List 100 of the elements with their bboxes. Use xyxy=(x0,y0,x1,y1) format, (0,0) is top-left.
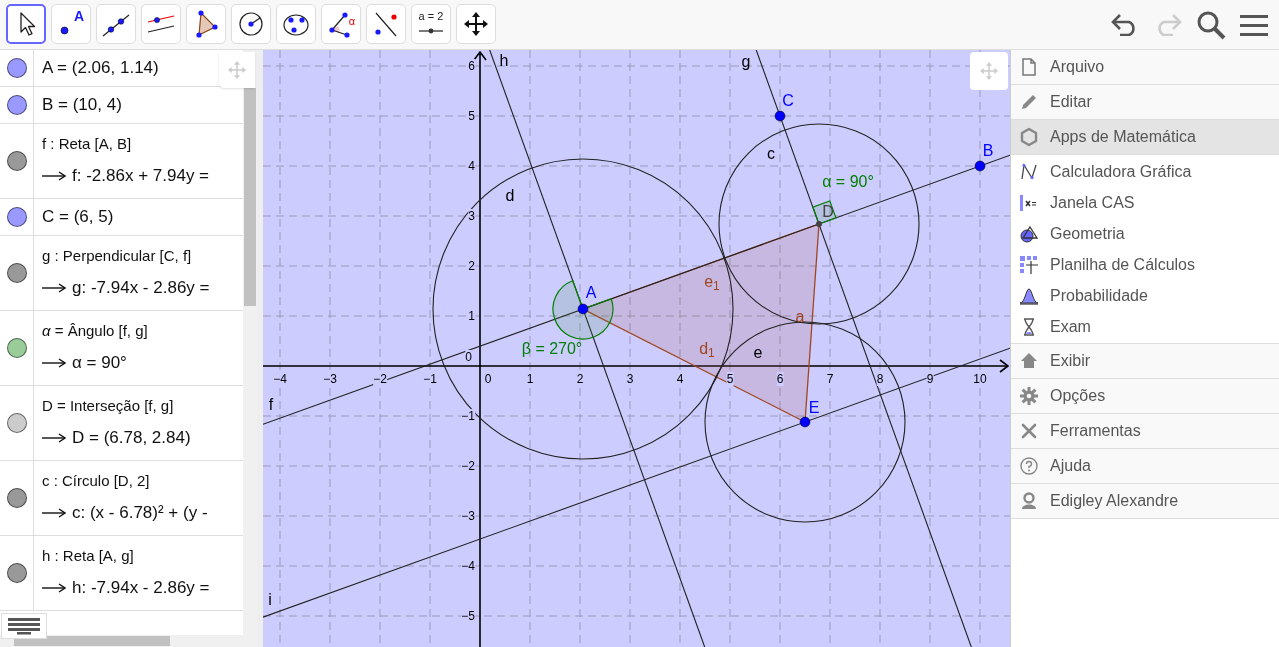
right-angle-marker xyxy=(812,200,837,225)
axis-tick-label: 0 xyxy=(465,350,472,364)
point[interactable] xyxy=(774,110,786,122)
user-icon xyxy=(1019,491,1039,511)
vertical-scrollbar[interactable] xyxy=(243,50,257,647)
tool-button[interactable]: α xyxy=(321,4,361,44)
axis-tick-label: 2 xyxy=(576,372,584,386)
axis-tick-label: −2 xyxy=(461,459,475,473)
horizontal-scrollbar[interactable] xyxy=(0,635,243,647)
tool-button[interactable] xyxy=(6,4,46,44)
algebra-result: c: (x - 6.78)² + (y - xyxy=(72,502,208,525)
algebra-definition[interactable]: h : Reta [A, g] xyxy=(42,546,210,566)
arrow-icon xyxy=(42,358,66,368)
axis-tick-label: 8 xyxy=(876,372,884,386)
algebra-definition[interactable]: D = Interseção [f, g] xyxy=(42,396,191,416)
axis-tick-label: 0 xyxy=(484,372,492,386)
object-label: e xyxy=(753,344,763,362)
visibility-marker[interactable] xyxy=(6,413,27,433)
visibility-marker[interactable] xyxy=(6,95,27,115)
axis-tick-label: 2 xyxy=(468,259,475,273)
object-label: i xyxy=(268,591,272,609)
tool-button[interactable]: a = 2 xyxy=(411,4,451,44)
axis-tick-label: −4 xyxy=(273,372,287,386)
visibility-marker[interactable] xyxy=(6,207,27,227)
algebra-definition[interactable]: α = Ângulo [f, g] xyxy=(42,321,148,341)
object-label: D xyxy=(822,203,834,221)
axis-tick-label: 3 xyxy=(626,372,634,386)
move-handle[interactable] xyxy=(219,52,255,88)
algebra-definition[interactable]: c : Círculo [D, 2] xyxy=(42,471,208,491)
menu-item[interactable]: Exibir xyxy=(1011,344,1279,379)
algebra-result: α = 90° xyxy=(72,352,127,375)
axis-tick-label: −5 xyxy=(461,609,475,623)
object-label: β = 270° xyxy=(521,340,583,358)
pencil-icon xyxy=(1019,92,1039,112)
home-icon xyxy=(1019,351,1039,371)
menu-item[interactable]: Opções xyxy=(1011,379,1279,414)
tool-button[interactable]: A xyxy=(51,4,91,44)
point[interactable] xyxy=(577,303,589,315)
visibility-marker[interactable] xyxy=(6,58,27,78)
algebra-result: h: -7.94x - 2.86y = xyxy=(72,577,210,600)
axis-tick-label: −1 xyxy=(461,409,475,423)
algebra-definition[interactable]: g : Perpendicular [C, f] xyxy=(42,246,210,266)
graph-icon xyxy=(1019,161,1039,182)
axis-tick-label: 6 xyxy=(776,372,784,386)
keyboard-icon xyxy=(7,617,41,635)
axis-tick-label: 3 xyxy=(468,209,475,223)
object-label: h xyxy=(499,52,509,70)
arrow-icon xyxy=(42,433,66,443)
object-label: d$_{1}$ xyxy=(699,340,715,358)
object-label: c xyxy=(767,145,775,163)
axis-tick-label: 7 xyxy=(826,372,834,386)
arrow-icon xyxy=(42,283,66,293)
visibility-marker[interactable] xyxy=(6,263,27,283)
visibility-marker[interactable] xyxy=(6,563,27,583)
axis-tick-label: 10 xyxy=(973,372,987,386)
axis-tick-label: 6 xyxy=(468,59,475,73)
axis-tick-label: 5 xyxy=(468,109,475,123)
algebra-definition[interactable]: A = (2.06, 1.14) xyxy=(42,58,159,78)
arrow-icon xyxy=(42,583,66,593)
algebra-result: f: -2.86x + 7.94y = xyxy=(72,165,210,188)
axis-tick-label: 4 xyxy=(676,372,684,386)
file-icon xyxy=(1019,57,1039,77)
menu-icon xyxy=(1240,13,1268,37)
point[interactable] xyxy=(799,416,811,428)
algebra-definition[interactable]: C = (6, 5) xyxy=(42,207,114,227)
object-label: C xyxy=(782,92,794,110)
menu-item[interactable]: Editar xyxy=(1011,85,1279,120)
algebra-result: g: -7.94x - 2.86y = xyxy=(72,277,210,300)
slider-icon xyxy=(418,28,444,34)
axis-tick-label: 4 xyxy=(468,159,475,173)
axis-tick-label: −1 xyxy=(423,372,437,386)
arrow-icon xyxy=(42,171,66,181)
object-label: B xyxy=(982,142,994,160)
menu-item[interactable]: Ajuda xyxy=(1011,449,1279,484)
keyboard-button[interactable] xyxy=(1,613,47,639)
visibility-marker[interactable] xyxy=(6,338,27,358)
object-label: g xyxy=(741,53,751,71)
move-handle[interactable] xyxy=(970,52,1008,90)
point[interactable] xyxy=(974,160,986,172)
search-icon xyxy=(1196,10,1226,40)
menu-item[interactable]: Arquivo xyxy=(1011,50,1279,85)
arrow-icon xyxy=(42,508,66,518)
visibility-marker[interactable] xyxy=(6,151,27,171)
point[interactable] xyxy=(816,221,822,227)
visibility-marker[interactable] xyxy=(6,488,27,508)
help-icon xyxy=(1019,456,1039,476)
object-label: f xyxy=(268,396,274,414)
axis-tick-label: −2 xyxy=(373,372,387,386)
tools-icon xyxy=(1019,421,1039,441)
spreadsheet-icon xyxy=(1019,254,1039,275)
object-label: e$_{1}$ xyxy=(704,273,720,291)
algebra-definition[interactable]: f : Reta [A, B] xyxy=(42,134,210,154)
algebra-definition[interactable]: B = (10, 4) xyxy=(42,95,122,115)
scrollbar-thumb[interactable] xyxy=(14,636,170,646)
menu-item[interactable]: Apps de Matemática xyxy=(1011,120,1279,155)
axis-tick-label: −3 xyxy=(323,372,337,386)
object-label: a xyxy=(795,308,805,326)
menu-item[interactable]: Edigley Alexandre xyxy=(1011,484,1279,519)
scrollbar-thumb[interactable] xyxy=(244,88,256,306)
menu-item[interactable]: Ferramentas xyxy=(1011,414,1279,449)
